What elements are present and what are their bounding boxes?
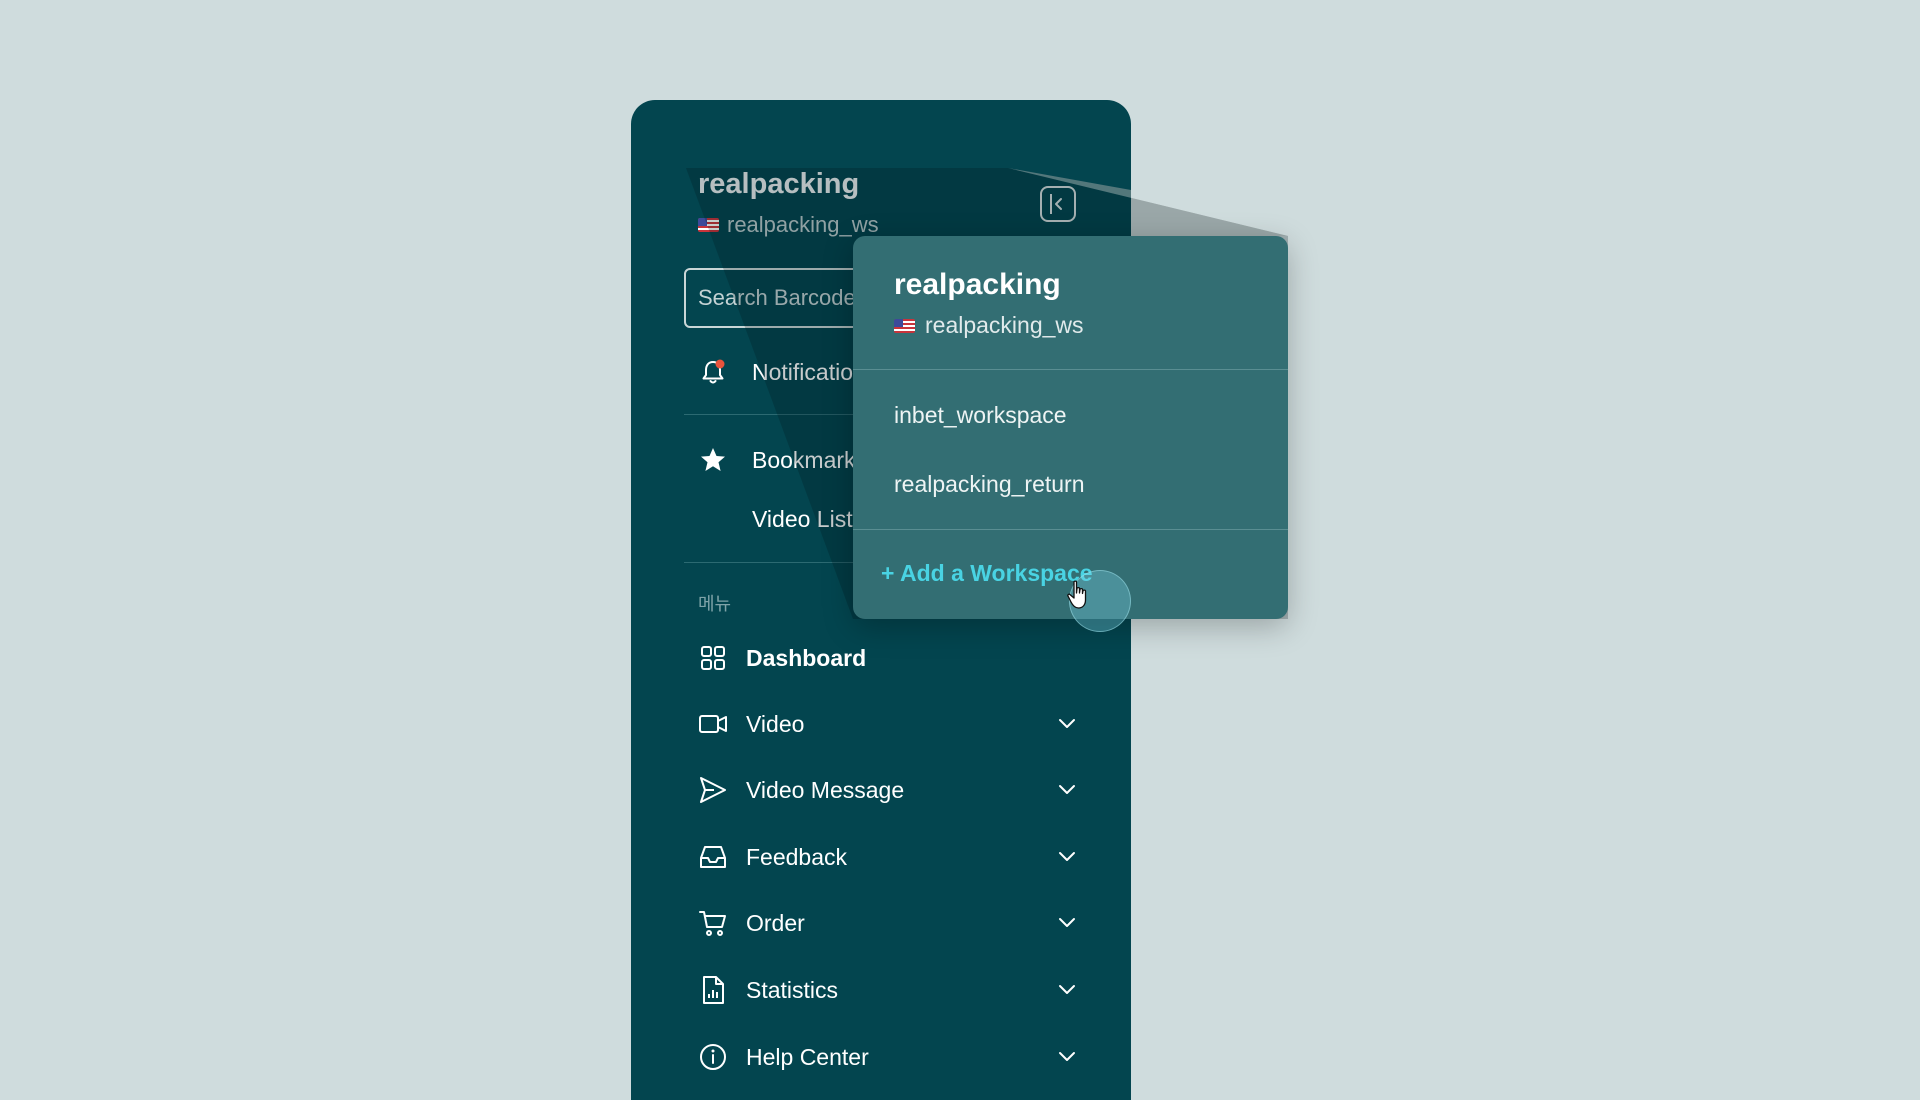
us-flag-icon xyxy=(894,318,915,333)
chevron-left-icon xyxy=(1055,198,1062,210)
menu-item-label: Feedback xyxy=(746,843,848,870)
star-icon xyxy=(698,445,728,475)
current-workspace-subtitle: realpacking_ws xyxy=(894,312,1084,339)
menu-item-label: Order xyxy=(746,909,805,936)
menu-item-label: Statistics xyxy=(746,976,839,1003)
menu-item-statistics[interactable]: Statistics xyxy=(698,968,1078,1012)
hand-pointer-icon xyxy=(1067,580,1087,609)
workspace-switcher[interactable]: realpacking realpacking_ws xyxy=(698,168,1028,244)
search-placeholder: Search Barcode xyxy=(698,285,856,310)
divider xyxy=(853,529,1288,530)
menu-item-help-center[interactable]: Help Center xyxy=(698,1035,1078,1079)
current-workspace-sub-label: realpacking_ws xyxy=(925,312,1084,338)
menu-item-label: Dashboard xyxy=(746,644,867,671)
workspace-subtitle: realpacking_ws xyxy=(698,212,879,238)
menu-item-label: Video xyxy=(746,710,805,737)
workspace-sub-label: realpacking_ws xyxy=(727,212,879,237)
menu-section-label: 메뉴 xyxy=(698,594,732,614)
notifications-item[interactable]: Notifications xyxy=(698,352,877,392)
current-workspace-name: realpacking xyxy=(894,268,1061,301)
menu-item-order[interactable]: Order xyxy=(698,901,1078,945)
video-camera-icon xyxy=(698,709,728,739)
workspace-dropdown: realpacking realpacking_ws inbet_workspa… xyxy=(853,236,1288,619)
chevron-down-icon[interactable] xyxy=(1056,911,1078,933)
chevron-down-icon[interactable] xyxy=(1056,1045,1078,1067)
us-flag-icon xyxy=(698,218,719,232)
menu-item-label: Video Message xyxy=(746,776,905,803)
bookmarks-label: Bookmarks xyxy=(752,446,868,473)
menu-item-video-message[interactable]: Video Message xyxy=(698,768,1078,812)
collapse-sidebar-button[interactable] xyxy=(1040,186,1076,222)
bookmark-video-list-label: Video List xyxy=(752,505,853,532)
menu-item-dashboard[interactable]: Dashboard xyxy=(698,636,1078,680)
info-icon xyxy=(698,1042,728,1072)
inbox-icon xyxy=(698,842,728,872)
chevron-down-icon[interactable] xyxy=(1056,778,1078,800)
menu-item-video[interactable]: Video xyxy=(698,702,1078,746)
grid-icon xyxy=(698,643,728,673)
cart-icon xyxy=(698,908,728,938)
add-workspace-button[interactable]: + Add a Workspace xyxy=(881,560,1093,587)
bell-icon xyxy=(698,357,728,387)
chevron-down-icon[interactable] xyxy=(1056,712,1078,734)
menu-item-feedback[interactable]: Feedback xyxy=(698,835,1078,879)
menu-item-label: Help Center xyxy=(746,1043,869,1070)
send-icon xyxy=(698,775,728,805)
chevron-down-icon[interactable] xyxy=(1056,845,1078,867)
bookmark-video-list[interactable]: Video List xyxy=(752,499,853,539)
workspace-option[interactable]: realpacking_return xyxy=(894,471,1085,498)
bookmarks-item[interactable]: Bookmarks xyxy=(698,440,867,480)
divider xyxy=(853,369,1288,370)
workspace-option[interactable]: inbet_workspace xyxy=(894,402,1067,429)
chevron-down-icon[interactable] xyxy=(1056,978,1078,1000)
report-icon xyxy=(698,975,728,1005)
workspace-name: realpacking xyxy=(698,168,860,200)
